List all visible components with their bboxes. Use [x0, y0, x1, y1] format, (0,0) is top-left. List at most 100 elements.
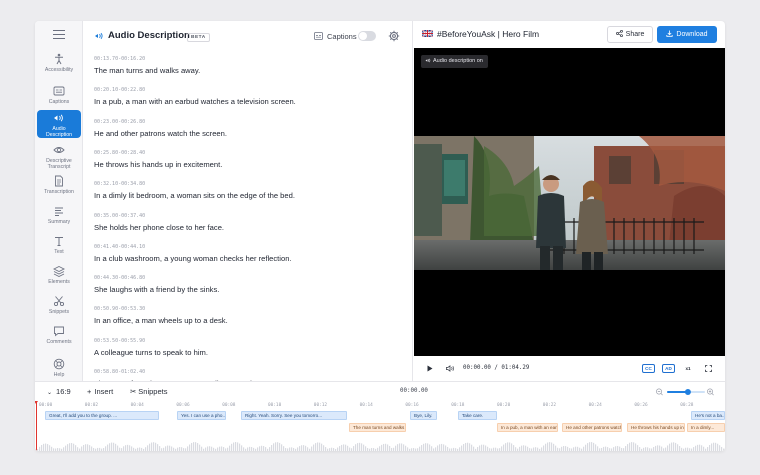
caption-clip[interactable]: Bye, Lily. [410, 411, 437, 420]
segment-text[interactable]: He and other patrons watch the screen. [94, 129, 394, 138]
aspect-ratio-value: 16:9 [56, 387, 71, 396]
description-clip[interactable]: He and other patrons watch... [562, 423, 622, 432]
fullscreen-icon[interactable] [705, 365, 712, 372]
project-title: #BeforeYouAsk | Hero Film [437, 29, 540, 39]
download-label: Download [676, 31, 708, 38]
ruler-tick: 00:24 [588, 403, 602, 408]
caption-clip[interactable]: Yes. I can use a pho... [177, 411, 226, 420]
ad-button[interactable]: AD [662, 364, 675, 373]
play-icon[interactable] [427, 365, 433, 372]
ruler-tick: 00:10 [268, 403, 282, 408]
description-clip[interactable]: He throws his hands up in e... [627, 423, 685, 432]
ruler-tick: 00:02 [84, 403, 99, 408]
sidebar-item-elements[interactable]: Elements [37, 263, 81, 291]
volume-icon[interactable] [446, 365, 455, 372]
segment-timecode: 00:50.90-00:53.30 [94, 306, 146, 313]
segment-text[interactable]: She holds her phone close to her face. [94, 223, 394, 232]
segment-timecode: 00:25.80-00:28.40 [94, 149, 146, 156]
audio-description-status: Audio description on [421, 55, 488, 68]
description-clip[interactable]: In a dimly... [687, 423, 725, 432]
beta-badge: BETA [187, 33, 210, 42]
caption-clip[interactable]: He's not a ba... [691, 411, 725, 420]
segment-text[interactable]: In a club washroom, a young woman checks… [94, 254, 394, 263]
description-clip[interactable]: In a pub, a man with an earbud... [497, 423, 558, 432]
sidebar-item-text[interactable]: Text [37, 233, 81, 261]
sidebar-item-label: Transcription [44, 189, 74, 195]
playback-speed-button[interactable]: x1 [682, 364, 694, 373]
description-segment[interactable]: 00:53.50-00:55.90 A colleague turns to sp… [94, 338, 394, 357]
sidebar-item-audio-description[interactable]: Audio Description [37, 110, 81, 138]
captions-toggle-label: Captions [327, 32, 357, 41]
sidebar-item-summary[interactable]: Summary [37, 203, 81, 231]
sidebar-item-transcription[interactable]: Transcription [37, 173, 81, 201]
description-segment[interactable]: 00:25.80-00:28.40 He throws his hands up … [94, 150, 394, 169]
ruler-tick: 00:16 [405, 403, 419, 408]
accessibility-icon [55, 53, 63, 65]
share-label: Share [625, 31, 645, 38]
sidebar-item-label: Captions [48, 99, 70, 105]
description-segment[interactable]: 00:58.80-01:02.40The group from the stre… [94, 369, 394, 381]
duration: 01:04.29 [501, 365, 530, 371]
segment-timecode: 00:32.10-00:34.80 [94, 181, 146, 188]
sidebar-item-label: Help [53, 372, 65, 378]
playhead[interactable] [35, 401, 38, 451]
sidebar-item-label: Accessibility [44, 67, 74, 73]
share-button[interactable]: Share [607, 26, 653, 43]
description-segment[interactable]: 00:23.00-00:26.80 He and other patrons wa… [94, 119, 394, 138]
description-segment[interactable]: 00:32.10-00:34.80 In a dimly lit bedroom,… [94, 181, 394, 200]
description-segment[interactable]: 00:44.30-00:46.80 She laughs with a frien… [94, 275, 394, 294]
video-player[interactable]: Audio description on [414, 48, 725, 356]
timeline-toolbar: ⌄ 16:9 + Insert ✂ Snippets 00:00.00 [35, 382, 725, 401]
segment-text[interactable]: In an office, a man wheels up to a desk. [94, 316, 394, 325]
sidebar-item-label: Summary [47, 219, 71, 225]
zoom-control[interactable] [655, 387, 715, 397]
sidebar-item-accessibility[interactable]: Accessibility [37, 51, 81, 79]
description-segment[interactable]: 00:50.90-00:53.30 In an office, a man whe… [94, 306, 394, 325]
document-icon [55, 175, 63, 187]
segment-text[interactable]: In a pub, a man with an earbud watches a… [94, 97, 394, 106]
sidebar-item-captions[interactable]: Captions [37, 83, 81, 111]
app-window: Accessibility Captions Audio Description Des… [35, 21, 725, 451]
ruler-tick: 00:20 [497, 403, 511, 408]
sidebar-item-help[interactable]: Help [37, 356, 81, 384]
cc-button[interactable]: CC [642, 364, 655, 373]
sidebar-item-comments[interactable]: Comments [37, 323, 81, 351]
description-segment[interactable]: 00:20.10-00:22.80 In a pub, a man with an… [94, 87, 394, 106]
gear-icon[interactable] [388, 30, 400, 42]
layers-icon [53, 265, 65, 277]
caption-clip[interactable]: Take care. [458, 411, 497, 420]
captions-toggle[interactable] [358, 31, 376, 41]
caption-clip[interactable]: Right. Yeah. Sorry. See you tomorro... [241, 411, 347, 420]
sidebar-item-label: Descriptive Transcript [46, 158, 72, 170]
description-segment[interactable]: 00:41.40-00:44.10 In a club washroom, a y… [94, 244, 394, 263]
download-button[interactable]: Download [657, 26, 717, 43]
description-clip[interactable]: The man turns and walks away. [349, 423, 406, 432]
ruler-tick: 00:22 [542, 403, 557, 408]
caption-clip[interactable]: Great, I'll add you to the group. ... [45, 411, 159, 420]
segment-text[interactable]: She laughs with a friend by the sinks. [94, 285, 394, 294]
time-separator: / [494, 365, 498, 371]
segment-text[interactable]: He throws his hands up in excitement. [94, 160, 394, 169]
segment-timecode: 00:23.00-00:26.80 [94, 118, 146, 125]
timeline-ruler[interactable]: 00:00 00:02 00:04 00:06 00:08 00:10 00:12 00:14… [35, 401, 725, 409]
description-segment[interactable]: 00:35.00-00:37.40 She holds her phone clo… [94, 213, 394, 232]
sidebar-item-descriptive-transcript[interactable]: Descriptive Transcript [37, 142, 81, 170]
video-frame [414, 136, 725, 270]
audio-description-icon [425, 58, 431, 62]
audio-description-status-label: Audio description on [433, 58, 483, 64]
segment-text[interactable]: The man turns and walks away. [94, 66, 394, 75]
audio-waveform [37, 442, 725, 451]
segment-text[interactable]: A colleague turns to speak to him. [94, 348, 394, 357]
snippets-button[interactable]: ✂ Snippets [130, 387, 167, 396]
description-segment[interactable]: 00:13.70-00:16.20 The man turns and walks… [94, 56, 394, 75]
aspect-ratio-dropdown[interactable]: ⌄ 16:9 [47, 387, 71, 396]
captions-icon [314, 32, 323, 40]
segment-timecode: 00:41.40-00:44.10 [94, 243, 146, 250]
segment-text[interactable]: In a dimly lit bedroom, a woman sits on … [94, 191, 394, 200]
ruler-tick: 00:08 [222, 403, 236, 408]
menu-icon[interactable] [53, 30, 65, 40]
sidebar-item-snippets[interactable]: Snippets [37, 293, 81, 321]
sidebar-item-label: Elements [48, 279, 70, 285]
insert-button[interactable]: + Insert [87, 387, 113, 396]
timeline: ⌄ 16:9 + Insert ✂ Snippets 00:00.00 00:00 00… [35, 381, 725, 451]
